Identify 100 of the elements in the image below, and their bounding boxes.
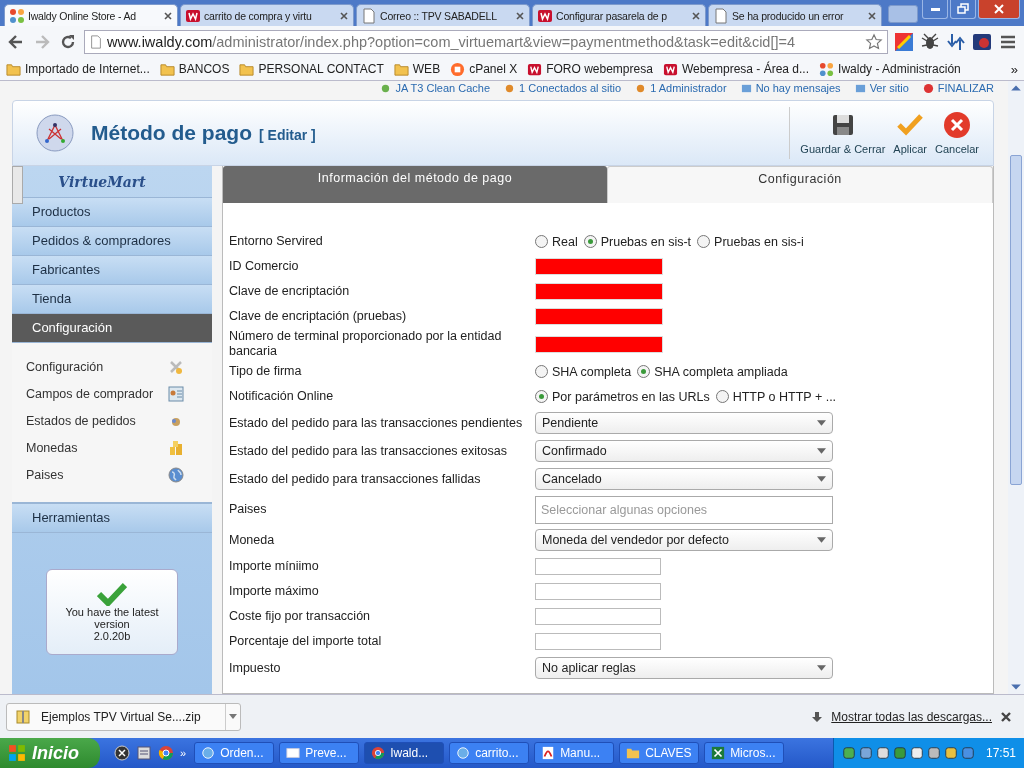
admin-link[interactable]: Ver sitio <box>854 82 909 94</box>
close-icon[interactable] <box>339 10 349 21</box>
input-field[interactable] <box>535 633 661 650</box>
globe-icon <box>168 466 184 483</box>
input-field[interactable] <box>535 558 661 575</box>
sidebar-item[interactable]: Productos <box>12 198 212 227</box>
toolbar-button[interactable]: Guardar & Cerrar <box>798 107 888 159</box>
browser-tab[interactable]: Se ha producido un error <box>708 4 882 26</box>
joomla-icon <box>819 61 835 77</box>
show-downloads-link[interactable]: Mostrar todas las descargas... <box>831 709 992 724</box>
radio-button[interactable] <box>535 390 548 403</box>
close-button[interactable] <box>978 0 1020 19</box>
tray-icon[interactable] <box>926 746 941 760</box>
input-field[interactable] <box>535 583 661 600</box>
submenu-item[interactable]: Paises <box>26 467 64 482</box>
sidebar-item[interactable]: Herramientas <box>12 504 212 533</box>
toolbar-button[interactable]: Aplicar <box>891 107 929 159</box>
download-item[interactable]: Ejemplos TPV Virtual Se....zip <box>6 702 241 731</box>
bookmark-item[interactable]: Webempresa - Área d... <box>662 61 810 77</box>
tray-icon[interactable] <box>943 746 958 760</box>
input-field[interactable] <box>535 608 661 625</box>
bookmark-item[interactable]: PERSONAL CONTACT <box>239 61 384 77</box>
browser-tab[interactable]: Configurar pasarela de p <box>532 4 706 26</box>
minimize-icon <box>930 7 940 11</box>
more-quick-launch-button[interactable]: » <box>180 747 187 759</box>
close-icon[interactable] <box>1000 710 1012 723</box>
browser-tab[interactable]: carrito de compra y virtu <box>180 4 354 26</box>
extension-icon[interactable] <box>972 32 992 52</box>
tray-icon[interactable] <box>960 746 975 760</box>
toolbar-button[interactable]: Cancelar <box>932 107 981 159</box>
browser-tab[interactable]: Correo :: TPV SABADELL <box>356 4 530 26</box>
submenu-item[interactable]: Monedas <box>26 440 78 455</box>
content-tab[interactable]: Configuración <box>607 166 993 203</box>
close-icon[interactable] <box>515 10 525 21</box>
radio-button[interactable] <box>637 365 651 378</box>
taskbar-button[interactable]: Preve... <box>279 742 360 764</box>
app-icon <box>456 746 471 760</box>
field-label: Importe míniimo <box>229 559 320 574</box>
tray-icon[interactable] <box>875 746 890 760</box>
admin-link[interactable]: JA T3 Clean Cache <box>380 82 491 94</box>
submenu-item[interactable]: Estados de pedidos <box>26 413 136 428</box>
taskbar-button[interactable]: Iwald... <box>364 742 445 764</box>
field-label: Clave de encriptación <box>229 284 351 299</box>
admin-link[interactable]: 1 Administrador <box>635 82 727 94</box>
submenu-item[interactable]: Campos de comprador <box>26 386 154 401</box>
admin-link[interactable]: FINALIZAR <box>922 82 994 94</box>
dropdown[interactable]: Cancelado <box>535 468 833 490</box>
minimize-button[interactable] <box>922 0 948 19</box>
scroll-thumb[interactable] <box>1010 155 1022 485</box>
close-icon[interactable] <box>867 10 877 21</box>
windows-logo-icon <box>8 744 26 762</box>
taskbar-button[interactable]: Orden... <box>194 742 275 764</box>
admin-link[interactable]: 1 Conectados al sitio <box>504 82 622 94</box>
browser-tab[interactable]: Iwaldy Online Store - Ad <box>4 4 178 26</box>
more-bookmarks-button[interactable]: » <box>1010 61 1018 77</box>
bug-icon[interactable] <box>920 32 940 52</box>
tray-icon[interactable] <box>858 746 873 760</box>
sidebar-item[interactable]: Configuración <box>12 314 212 343</box>
download-arrows-icon[interactable] <box>946 32 966 52</box>
caret-icon[interactable] <box>228 714 237 719</box>
bookmark-item[interactable]: WEB <box>393 61 441 77</box>
close-icon <box>993 3 1005 15</box>
star-icon[interactable] <box>865 33 883 51</box>
radio-button[interactable] <box>697 235 711 248</box>
radio-label: Pruebas en sis-i <box>714 234 804 249</box>
close-icon[interactable] <box>163 10 173 21</box>
bookmark-item[interactable]: Importado de Internet... <box>6 61 150 77</box>
admin-link[interactable]: No hay mensajes <box>740 82 841 94</box>
bookmark-item[interactable]: BANCOS <box>159 61 230 77</box>
caret-icon <box>817 537 826 543</box>
radio-button[interactable] <box>583 235 597 248</box>
taskbar-button[interactable]: Micros... <box>704 742 785 764</box>
tray-icon[interactable] <box>909 746 924 760</box>
submenu-item[interactable]: Configuración <box>26 359 104 374</box>
taskbar-button[interactable]: Manu... <box>534 742 615 764</box>
sidebar-item[interactable]: Fabricantes <box>12 256 212 285</box>
chrome-icon[interactable] <box>158 745 174 761</box>
taskbar-button[interactable]: CLAVES <box>619 742 700 764</box>
radio-button[interactable] <box>535 235 548 248</box>
restore-button[interactable] <box>950 0 976 19</box>
bookmark-item[interactable]: Iwaldy - Administración <box>819 61 961 77</box>
content-tab[interactable]: Información del método de pago <box>223 166 607 203</box>
dropdown[interactable]: Confirmado <box>535 440 833 462</box>
start-button[interactable]: Inicio <box>0 738 100 768</box>
dropdown[interactable]: Moneda del vendedor por defecto <box>535 529 833 551</box>
bookmark-item[interactable]: cPanel X <box>450 61 518 77</box>
dropdown[interactable]: Pendiente <box>535 412 833 434</box>
sidebar-item[interactable]: Pedidos & compradores <box>12 227 212 256</box>
tray-icon[interactable] <box>841 746 856 760</box>
close-icon[interactable] <box>691 10 701 21</box>
radio-button[interactable] <box>715 390 729 403</box>
radio-label: Real <box>552 234 578 249</box>
address-field[interactable]: www.iwaldy.com/administrator/index.php?option=com_virtuemart&view=paymentmethod&task=edit&cid[]=4 <box>84 30 888 54</box>
bookmark-item[interactable]: FORO webempresa <box>527 61 653 77</box>
field-label: Coste fijo por transacción <box>229 609 372 624</box>
taskbar-button[interactable]: carrito... <box>449 742 530 764</box>
sidebar-item[interactable]: Tienda <box>12 285 212 314</box>
radio-button[interactable] <box>535 365 548 378</box>
dropdown[interactable]: No aplicar reglas <box>535 657 833 679</box>
collapse-handle[interactable] <box>12 166 23 204</box>
